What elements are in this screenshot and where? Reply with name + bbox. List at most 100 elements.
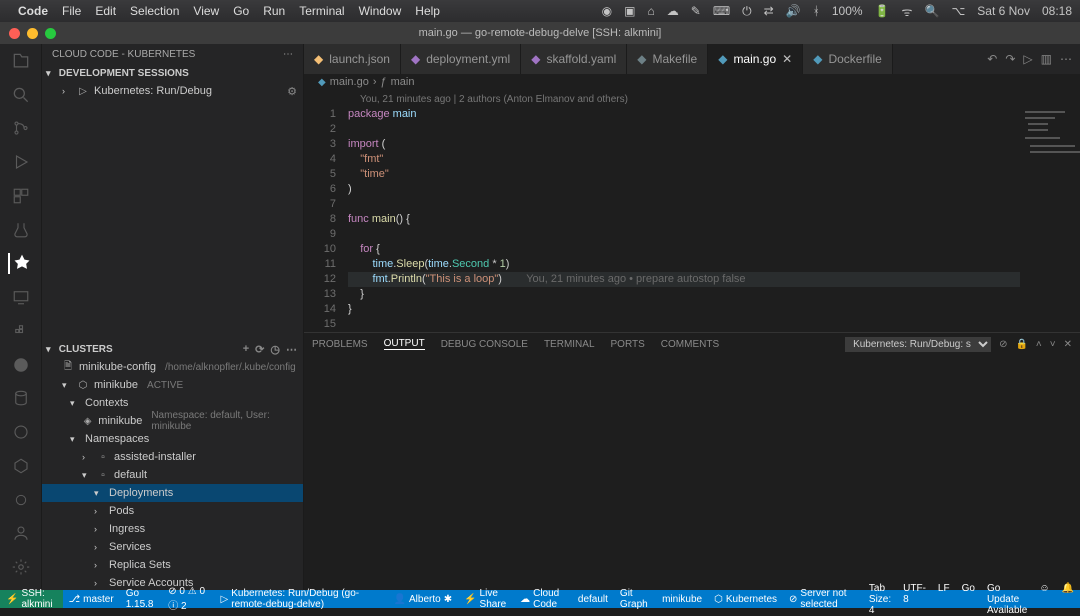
- codelens[interactable]: You, 21 minutes ago | 2 authors (Anton E…: [304, 91, 1080, 107]
- editor-tab[interactable]: ◆deployment.yml: [401, 44, 521, 74]
- panel-tab-comments[interactable]: COMMENTS: [661, 339, 719, 350]
- menu-view[interactable]: View: [193, 4, 219, 18]
- namespace-status[interactable]: default: [572, 590, 614, 608]
- github-icon[interactable]: [9, 354, 33, 376]
- dev-session-row[interactable]: ›▷ Kubernetes: Run/Debug ⚙: [42, 82, 303, 100]
- remote-indicator[interactable]: ⚡ SSH: alkmini: [0, 590, 63, 608]
- run-icon[interactable]: ▷: [1023, 52, 1032, 66]
- minikube-status[interactable]: minikube: [656, 590, 708, 608]
- ns-item[interactable]: ›▫assisted-installer: [42, 448, 303, 466]
- more-icon[interactable]: ⋯: [286, 343, 297, 356]
- kubeconfig-row[interactable]: 🗎 minikube-config /home/alknopfler/.kube…: [42, 358, 303, 376]
- resource-rs[interactable]: ›Replica Sets: [42, 556, 303, 574]
- split-icon[interactable]: ▥: [1041, 52, 1052, 66]
- user-status[interactable]: 👤 Alberto✱: [388, 590, 459, 608]
- wifi-icon[interactable]: ᯤ: [902, 3, 913, 20]
- search-icon[interactable]: 🔍: [924, 4, 939, 18]
- eol[interactable]: LF: [932, 583, 956, 594]
- tray-icon[interactable]: ✎: [691, 4, 701, 18]
- feedback-icon[interactable]: ☺: [1033, 583, 1055, 594]
- menu-window[interactable]: Window: [359, 4, 402, 18]
- k8s-icon[interactable]: [9, 455, 33, 477]
- battery[interactable]: 100%: [832, 4, 863, 18]
- menu-edit[interactable]: Edit: [95, 4, 116, 18]
- encoding[interactable]: UTF-8: [897, 583, 932, 605]
- date[interactable]: Sat 6 Nov: [977, 4, 1030, 18]
- tray-icon[interactable]: ☁: [667, 4, 679, 18]
- tray-icon[interactable]: ◉: [602, 4, 612, 18]
- ns-item[interactable]: ▾▫default: [42, 466, 303, 484]
- breadcrumb[interactable]: ◆ main.go › ƒ main: [304, 74, 1080, 92]
- history-icon[interactable]: ◷: [270, 343, 280, 356]
- clear-icon[interactable]: ⊘: [999, 339, 1007, 350]
- chevron-down-icon[interactable]: ˅: [1050, 339, 1056, 350]
- go-version[interactable]: Go 1.15.8: [120, 590, 163, 608]
- problems-count[interactable]: ⊘ 0 ⚠ 0 ⓘ 2: [162, 590, 214, 608]
- settings-gear-icon[interactable]: [9, 556, 33, 578]
- add-icon[interactable]: +: [243, 343, 249, 356]
- app-name[interactable]: Code: [18, 4, 48, 18]
- output-body[interactable]: [304, 355, 1080, 590]
- language-mode[interactable]: Go: [956, 583, 981, 594]
- docker-icon[interactable]: [9, 320, 33, 342]
- panel-tab-debug[interactable]: DEBUG CONSOLE: [441, 339, 528, 350]
- git-branch[interactable]: ⎇ master: [63, 590, 120, 608]
- tab-size[interactable]: Tab Size: 4: [863, 583, 897, 616]
- section-clusters[interactable]: CLUSTERS: [59, 344, 113, 355]
- battery-icon[interactable]: 🔋: [875, 4, 890, 18]
- editor-tab[interactable]: ◆skaffold.yaml: [521, 44, 627, 74]
- output-channel-select[interactable]: Kubernetes: Run/Debug: s: [845, 337, 991, 352]
- gitgraph[interactable]: Git Graph: [614, 590, 656, 608]
- lock-icon[interactable]: 🔒: [1015, 339, 1027, 350]
- editor-tab[interactable]: ◆launch.json: [304, 44, 401, 74]
- generic-icon[interactable]: [9, 421, 33, 443]
- resource-ingress[interactable]: ›Ingress: [42, 520, 303, 538]
- maximize-window[interactable]: [45, 28, 56, 39]
- minimap[interactable]: [1020, 107, 1080, 332]
- tray-icon[interactable]: ▣: [624, 4, 635, 18]
- menu-file[interactable]: File: [62, 4, 81, 18]
- panel-tab-problems[interactable]: PROBLEMS: [312, 339, 368, 350]
- remote-icon[interactable]: [9, 286, 33, 308]
- editor-tab[interactable]: ◆main.go✕: [708, 44, 803, 74]
- tray-icon[interactable]: ⌨: [713, 4, 730, 18]
- cluster-row[interactable]: ▾⬡ minikube ACTIVE: [42, 376, 303, 394]
- more-icon[interactable]: ⋯: [1060, 52, 1072, 66]
- search-icon[interactable]: [9, 84, 33, 106]
- extensions-icon[interactable]: [9, 185, 33, 207]
- go-back-icon[interactable]: ↶: [987, 52, 997, 66]
- cloud-code-icon[interactable]: [8, 253, 32, 275]
- menu-run[interactable]: Run: [263, 4, 285, 18]
- menu-help[interactable]: Help: [415, 4, 440, 18]
- resource-deployments[interactable]: ▾Deployments: [42, 484, 303, 502]
- volume-icon[interactable]: 🔊: [786, 4, 801, 18]
- tray-icon[interactable]: ⇄: [764, 4, 774, 18]
- notifications-icon[interactable]: 🔔: [1056, 583, 1080, 594]
- explorer-icon[interactable]: [9, 50, 33, 72]
- editor-tab[interactable]: ◆Dockerfile: [803, 44, 893, 74]
- resource-pods[interactable]: ›Pods: [42, 502, 303, 520]
- account-icon[interactable]: [9, 523, 33, 545]
- panel-tab-terminal[interactable]: TERMINAL: [544, 339, 595, 350]
- server-status[interactable]: ⊘ Server not selected: [783, 590, 863, 608]
- menu-terminal[interactable]: Terminal: [299, 4, 344, 18]
- control-center-icon[interactable]: ⌥: [951, 4, 965, 18]
- gear-icon[interactable]: ⚙: [287, 85, 297, 98]
- cloud-code-status[interactable]: ☁ Cloud Code: [514, 590, 572, 608]
- bluetooth-icon[interactable]: ᚼ: [813, 4, 820, 18]
- menu-selection[interactable]: Selection: [130, 4, 179, 18]
- more-icon[interactable]: ⋯: [283, 49, 293, 60]
- namespaces-row[interactable]: ▾Namespaces: [42, 430, 303, 448]
- refresh-icon[interactable]: ⟳: [255, 343, 264, 356]
- tray-icon[interactable]: ⌂: [648, 4, 655, 18]
- code-editor[interactable]: 123456789101112131415 package mainimport…: [304, 107, 1080, 332]
- run-status[interactable]: ▷ Kubernetes: Run/Debug (go-remote-debug…: [215, 590, 388, 608]
- k8s-status[interactable]: ⬡ Kubernetes: [708, 590, 783, 608]
- db-icon[interactable]: [9, 388, 33, 410]
- section-dev-sessions[interactable]: DEVELOPMENT SESSIONS: [59, 68, 189, 79]
- go-fwd-icon[interactable]: ↷: [1005, 52, 1015, 66]
- close-window[interactable]: [9, 28, 20, 39]
- editor-tab[interactable]: ◆Makefile: [627, 44, 708, 74]
- run-icon[interactable]: [9, 151, 33, 173]
- test-icon[interactable]: [9, 219, 33, 241]
